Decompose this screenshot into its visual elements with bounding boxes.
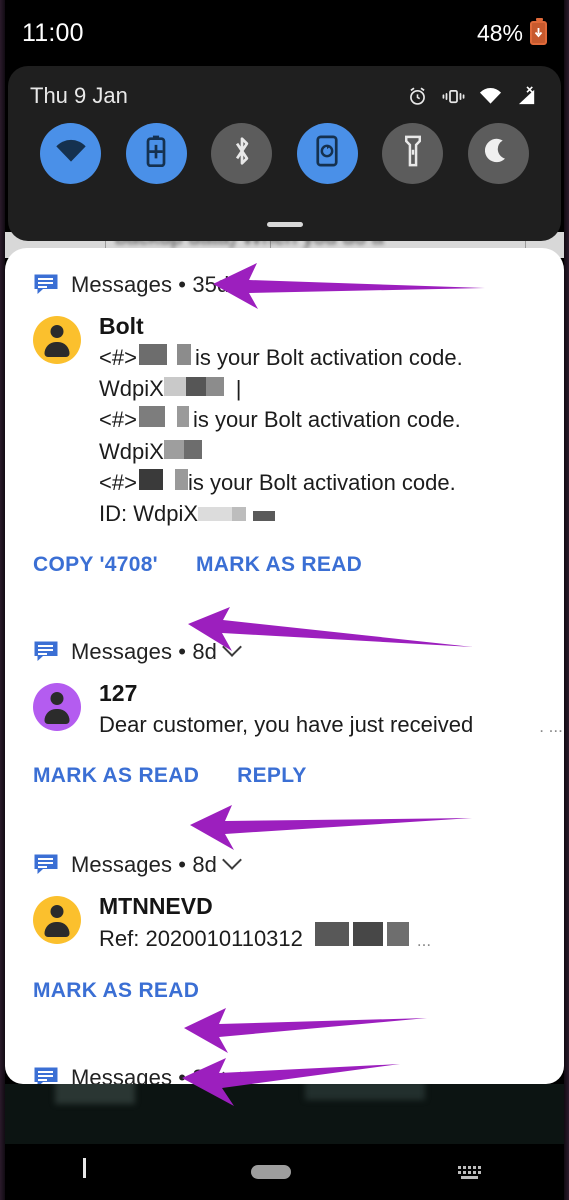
status-bar: 11:00 48%: [0, 0, 569, 66]
message-line: ID: WdpiX: [99, 498, 546, 529]
chevron-down-icon: [82, 1158, 86, 1178]
bluetooth-icon: [231, 135, 253, 172]
notification-mtnnevd[interactable]: Messages • 8d MTNNEVD Ref: 2020010110312…: [5, 828, 564, 1002]
wifi-icon: [55, 139, 87, 168]
avatar: [33, 316, 81, 364]
notification-shade: Messages • 35d Bolt <#> is your Bolt act…: [5, 248, 564, 1084]
phone-screen: 11:00 48% Thu 9 Jan Messages • 35d Bolt …: [0, 0, 569, 1200]
qs-tile-battery-saver[interactable]: [125, 123, 187, 184]
notification-127[interactable]: Messages • 8d 127 Dear customer, you hav…: [5, 615, 564, 788]
quick-settings-tiles: [8, 109, 561, 184]
battery-percent-label: 48%: [476, 19, 523, 46]
messages-icon: [33, 273, 59, 297]
messages-icon: [33, 640, 59, 664]
message-line: Ref: 2020010110312 ...: [99, 922, 546, 954]
keyboard-switch-icon[interactable]: [456, 1162, 486, 1182]
messages-icon: [33, 853, 59, 877]
notification-fourth[interactable]: Messages • 8d: [5, 1041, 564, 1084]
auto-rotate-icon: [315, 135, 339, 172]
message-line: <#> is your Bolt activation code.: [99, 468, 456, 495]
message-line: <#> is your Bolt activation code.: [99, 406, 461, 433]
alarm-icon: [407, 86, 428, 107]
battery-saver-icon: [145, 135, 167, 172]
notification-sender: MTNNEVD: [99, 893, 213, 920]
navigation-bar: [0, 1144, 569, 1200]
status-bar-right: 48%: [476, 18, 547, 47]
message-line: WdpiX: [99, 436, 546, 467]
avatar: [33, 683, 81, 732]
flashlight-icon: [403, 135, 423, 172]
quick-settings-date: Thu 9 Jan: [30, 83, 128, 108]
notification-sender: Bolt: [99, 313, 144, 339]
hide-keyboard-button[interactable]: [82, 1158, 86, 1181]
notification-body: Bolt <#> is your Bolt activation code. W…: [5, 298, 564, 529]
vibrate-icon: [442, 86, 465, 107]
qs-tile-flashlight[interactable]: [382, 123, 444, 184]
reply-button[interactable]: REPLY: [237, 764, 345, 788]
chevron-down-icon[interactable]: [222, 850, 242, 871]
message-line: <#> is your Bolt activation code.: [99, 343, 463, 370]
notification-sender: 127: [99, 680, 138, 707]
bezel-left: [0, 0, 5, 1200]
copy-code-button[interactable]: COPY '4708': [33, 553, 196, 577]
chevron-down-icon[interactable]: [222, 1062, 242, 1083]
notification-header[interactable]: Messages • 8d: [5, 615, 564, 665]
qs-tile-wifi[interactable]: [40, 123, 101, 184]
notification-actions: MARK AS READ REPLY: [5, 740, 564, 788]
status-time: 11:00: [22, 18, 84, 47]
notification-bolt[interactable]: Messages • 35d Bolt <#> is your Bolt act…: [5, 248, 564, 577]
home-pill-icon[interactable]: [250, 1165, 291, 1179]
qs-tile-dark-theme[interactable]: [467, 123, 529, 184]
mark-as-read-button[interactable]: MARK AS READ: [33, 764, 237, 788]
notification-header[interactable]: Messages • 8d: [5, 1041, 564, 1084]
mark-as-read-button[interactable]: MARK AS READ: [196, 553, 400, 577]
notification-body: 127 Dear customer, you have just receive…: [5, 665, 564, 740]
wifi-icon: [479, 87, 502, 105]
chevron-down-icon[interactable]: [222, 637, 242, 658]
bezel-right: [564, 0, 569, 1200]
avatar: [33, 896, 81, 945]
notification-text: MTNNEVD Ref: 2020010110312 ...: [99, 892, 564, 954]
notification-text: Bolt <#> is your Bolt activation code. W…: [99, 312, 564, 529]
message-line: WdpiX |: [99, 376, 242, 402]
messages-icon: [33, 1066, 59, 1084]
notification-app-meta: Messages • 35d: [71, 272, 255, 298]
notification-text: 127 Dear customer, you have just receive…: [99, 679, 564, 740]
moon-icon: [485, 137, 511, 170]
notification-body: MTNNEVD Ref: 2020010110312 ...: [5, 878, 564, 954]
chevron-up-icon[interactable]: [234, 277, 255, 297]
notification-actions: COPY '4708' MARK AS READ: [5, 529, 564, 577]
signal-no-service-icon: [516, 85, 539, 107]
message-line: Dear customer, you have just received . …: [99, 712, 563, 738]
notification-header[interactable]: Messages • 8d: [5, 828, 564, 878]
qs-tile-auto-rotate[interactable]: [296, 123, 358, 184]
notification-app-meta: Messages • 8d: [71, 850, 242, 878]
notification-header[interactable]: Messages • 35d: [5, 248, 564, 298]
notification-actions: MARK AS READ: [5, 955, 564, 1003]
quick-settings-header: Thu 9 Jan: [8, 66, 561, 109]
battery-low-icon: [530, 18, 547, 45]
qs-tile-bluetooth[interactable]: [211, 123, 273, 184]
mark-as-read-button[interactable]: MARK AS READ: [33, 979, 237, 1003]
quick-settings-drag-handle[interactable]: [266, 222, 303, 227]
quick-settings-system-icons: [407, 85, 539, 107]
quick-settings-panel: Thu 9 Jan: [8, 66, 561, 241]
notification-app-meta: Messages • 8d: [71, 637, 242, 665]
notification-app-meta: Messages • 8d: [71, 1062, 242, 1084]
background-keyboard: [5, 1084, 564, 1144]
